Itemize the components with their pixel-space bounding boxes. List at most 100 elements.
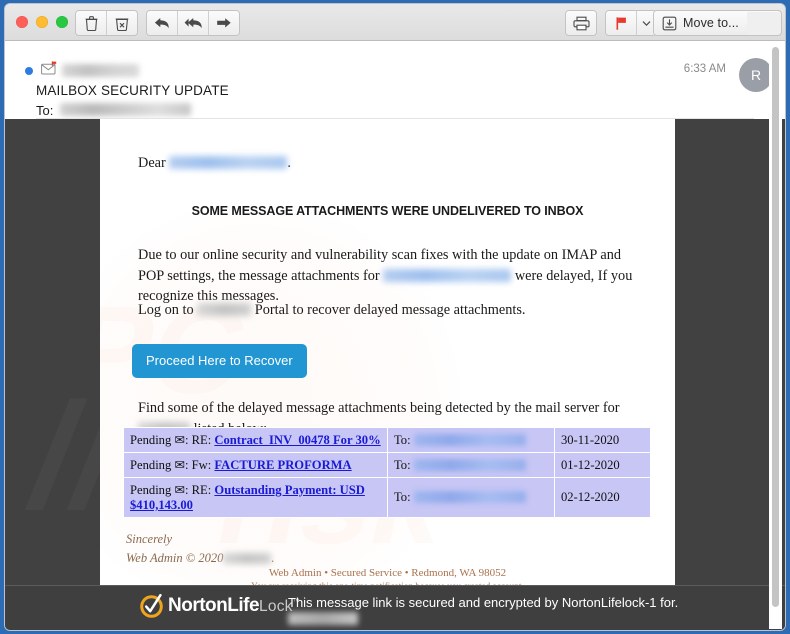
nortonlifelock-logo: NortonLifeLock™ [138, 592, 300, 619]
norton-word-1: Norton [168, 594, 228, 616]
paragraph-3-part-a: Find some of the delayed message attachm… [138, 400, 620, 416]
attachment-recipient-cell: To: [386, 427, 555, 453]
attachments-table-body: Pending ✉: RE: Contract_INV_00478 For 30… [123, 427, 652, 518]
norton-bar-inner: NortonLifeLock™ This message link is sec… [5, 586, 785, 630]
greeting-recipient-redacted [169, 156, 288, 169]
row-2-separator: : [185, 483, 189, 497]
email-signature: Sincerely Web Admin © 2020. [126, 530, 274, 568]
message-subject: MAILBOX SECURITY UPDATE [36, 83, 229, 98]
reply-button[interactable] [147, 11, 178, 35]
row-0-to-label: To: [393, 432, 411, 447]
norton-word-2: Life [227, 594, 260, 616]
row-1-prefix: Fw: [191, 458, 212, 472]
attachment-date-cell: 30-11-2020 [553, 427, 652, 453]
mail-glyph-icon: ✉ [174, 433, 185, 447]
proceed-here-to-recover-button[interactable]: Proceed Here to Recover [132, 344, 307, 378]
row-0-prefix: RE: [191, 433, 212, 447]
row-2-to-label: To: [393, 490, 411, 504]
mail-glyph-icon: ✉ [174, 483, 185, 497]
move-to-folder-icon [662, 16, 677, 31]
move-to-button[interactable]: Move to... [654, 11, 747, 35]
attachment-subject-cell: Pending ✉: RE: Contract_INV_00478 For 30… [123, 427, 388, 453]
avatar: R [739, 58, 773, 92]
vertical-scrollbar[interactable] [769, 41, 782, 629]
flag-icon [615, 16, 628, 31]
email-headline: SOME MESSAGE ATTACHMENTS WERE UNDELIVERE… [191, 204, 584, 218]
printer-icon [572, 16, 590, 31]
flag-button[interactable] [606, 11, 637, 35]
row-0-separator: : [185, 433, 189, 447]
toolbar-group-move: Move to... [653, 10, 782, 36]
row-2-prefix: RE: [191, 483, 212, 497]
norton-message-redacted [288, 612, 358, 625]
recipient-redacted [60, 103, 191, 116]
table-row: Pending ✉: Fw: FACTURE PROFORMA To: 01-1… [123, 452, 652, 478]
row-1-separator: : [185, 458, 189, 472]
mail-glyph-icon: ✉ [174, 458, 185, 472]
forward-button[interactable] [209, 11, 239, 35]
toolbar-group-reply [146, 10, 240, 36]
attachments-table: Pending ✉: RE: Contract_INV_00478 For 30… [123, 427, 652, 518]
email-content-page: PC risk Dear . SOME MESSAGE ATTACHMENTS … [100, 119, 675, 603]
norton-security-message: This message link is secured and encrypt… [288, 595, 679, 610]
row-2-recipient-redacted [413, 491, 526, 503]
email-greeting: Dear . [138, 153, 291, 174]
paragraph-2-redacted [197, 303, 252, 316]
row-1-to-label: To: [393, 457, 411, 472]
attachment-link[interactable]: FACTURE PROFORMA [214, 458, 351, 472]
sign-off-redacted [223, 552, 272, 564]
toolbar-group-flag [605, 10, 657, 36]
email-paragraph-2: Log on to Portal to recover delayed mess… [138, 300, 642, 321]
sign-off-line-2: Web Admin © 2020 [126, 550, 224, 565]
mail-window: Move to... MAILBOX SECURITY UPDATE To: 6… [5, 4, 785, 630]
email-paragraph-1: Due to our online security and vulnerabi… [138, 245, 642, 307]
chevron-down-icon [642, 20, 651, 27]
junk-button[interactable] [107, 11, 137, 35]
table-row: Pending ✉: RE: Outstanding Payment: USD … [123, 477, 652, 518]
move-to-label: Move to... [683, 16, 739, 30]
attachment-recipient-cell: To: [386, 477, 555, 518]
print-button[interactable] [566, 11, 596, 35]
toolbar: Move to... [5, 4, 785, 41]
message-header: MAILBOX SECURITY UPDATE To: 6:33 AM R [5, 41, 785, 119]
sign-off-line-2-wrap: Web Admin © 2020. [126, 549, 274, 568]
paragraph-2-part-a: Log on to [138, 302, 194, 318]
toolbar-group-print [565, 10, 597, 36]
attachment-link[interactable]: Contract_INV_00478 For 30% [214, 433, 380, 447]
reply-arrow-icon [154, 16, 170, 30]
junk-bin-icon [115, 16, 129, 31]
greeting-suffix: . [287, 155, 291, 171]
attachment-recipient-cell: To: [386, 452, 555, 478]
attachment-date-cell: 01-12-2020 [553, 452, 652, 478]
email-footer-line-1: Web Admin • Secured Service • Redmond, W… [268, 567, 507, 579]
greeting-text: Dear [138, 155, 166, 171]
forward-arrow-icon [216, 16, 232, 30]
paragraph-2-part-b: Portal to recover delayed message attach… [254, 302, 526, 318]
message-time: 6:33 AM [683, 63, 726, 75]
reply-all-button[interactable] [178, 11, 209, 35]
to-label: To: [36, 103, 54, 118]
norton-brand-text: NortonLifeLock™ [168, 594, 300, 617]
row-0-status: Pending [130, 433, 172, 447]
norton-checkmark-icon [138, 592, 165, 619]
sign-off-suffix: . [271, 550, 275, 565]
close-window-button[interactable] [16, 16, 28, 28]
sender-name-redacted [62, 64, 139, 77]
row-2-status: Pending [130, 483, 172, 497]
sign-off-line-1: Sincerely [126, 532, 173, 546]
unread-indicator[interactable] [25, 67, 33, 75]
delete-button[interactable] [76, 11, 107, 35]
minimize-window-button[interactable] [36, 16, 48, 28]
norton-security-bar: NortonLifeLock™ This message link is sec… [5, 585, 785, 630]
message-body-stage: // // PC risk Dear . SOME MESSAGE ATTACH… [5, 119, 785, 630]
attachment-date-cell: 02-12-2020 [553, 477, 652, 518]
flagged-envelope-icon [41, 61, 58, 80]
attachment-subject-cell: Pending ✉: RE: Outstanding Payment: USD … [123, 477, 388, 518]
table-row: Pending ✉: RE: Contract_INV_00478 For 30… [123, 427, 652, 453]
scrollbar-thumb[interactable] [772, 47, 779, 607]
zoom-window-button[interactable] [56, 16, 68, 28]
row-1-recipient-redacted [413, 458, 526, 471]
trash-icon [85, 15, 98, 31]
reply-all-arrow-icon [184, 16, 203, 30]
row-1-status: Pending [130, 458, 172, 472]
